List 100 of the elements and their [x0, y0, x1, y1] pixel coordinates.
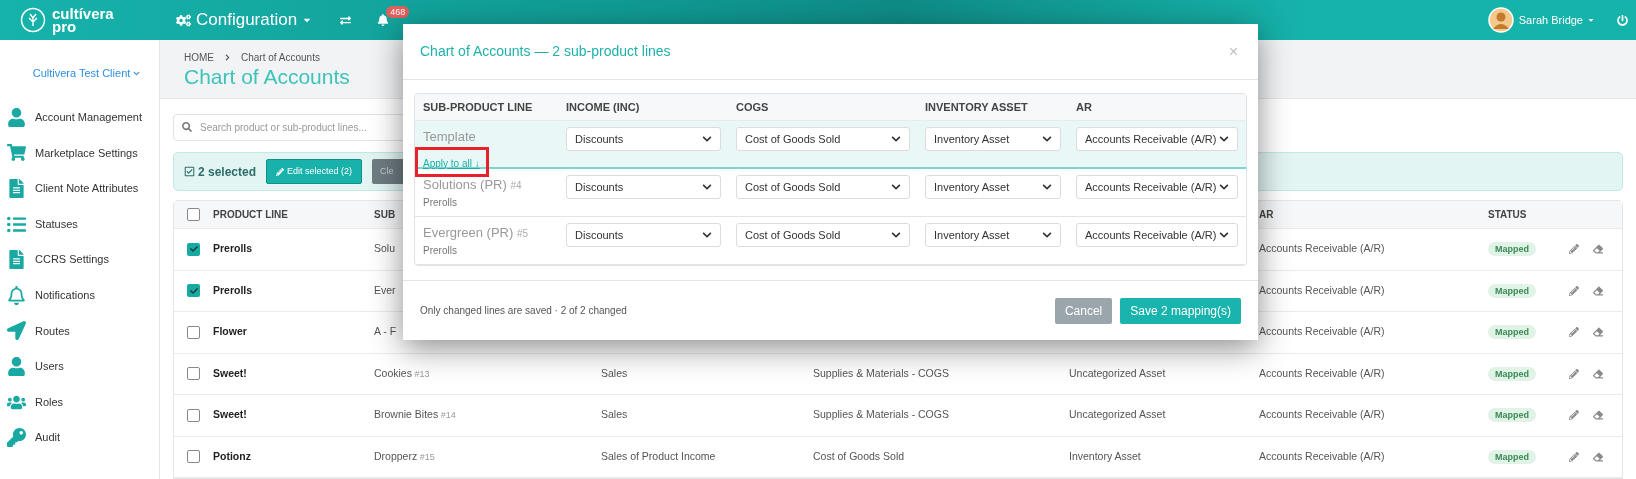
sidebar-item[interactable]: Client Note Attributes [0, 170, 159, 207]
sidebar-item[interactable]: Account Management [0, 99, 159, 136]
sidebar-item[interactable]: Marketplace Settings [0, 135, 159, 171]
dropdown[interactable]: Discounts [566, 223, 721, 247]
chevron-down-icon [1042, 230, 1052, 240]
logo-text: pro [52, 20, 77, 33]
table-cell: Potionz [213, 449, 251, 462]
checkbox[interactable] [187, 208, 200, 221]
swap-icon[interactable] [340, 14, 352, 26]
chevron-down-icon [891, 182, 901, 192]
table-cell: Sales [601, 366, 628, 379]
notification-badge: 468 [386, 6, 410, 18]
sidebar-item[interactable]: Routes [0, 313, 159, 349]
column-header: STATUS [1488, 208, 1528, 222]
chevron-down-icon [702, 134, 712, 144]
dropdown[interactable]: Cost of Goods Sold [736, 223, 910, 247]
table-cell: Flower [213, 325, 247, 338]
chevron-down-icon [891, 134, 901, 144]
column-header: SUB [374, 208, 397, 222]
sidebar-item[interactable]: Roles [0, 384, 159, 420]
sidebar-item[interactable]: Audit [0, 419, 159, 456]
table-cell: Accounts Receivable (A/R) [1259, 325, 1385, 338]
row-name: Solutions (PR) #4 [423, 176, 523, 194]
dropdown[interactable]: Inventory Asset [925, 127, 1061, 151]
user-icon [7, 107, 26, 127]
eraser-icon[interactable] [1593, 451, 1603, 462]
key-icon [7, 428, 26, 448]
modal-title: Chart of Accounts — 2 sub-product lines [420, 42, 671, 61]
column-header: INVENTORY ASSET [925, 99, 1029, 115]
column-header: COGS [736, 99, 770, 115]
chevron-right-icon [224, 54, 231, 61]
column-header: SUB-PRODUCT LINE [423, 99, 534, 115]
eraser-icon[interactable] [1593, 244, 1603, 255]
avatar-icon [1487, 7, 1514, 33]
checkbox[interactable] [187, 242, 200, 256]
table-cell: Brownie Bites #14 [374, 408, 456, 421]
column-header: PRODUCT LINE [213, 208, 289, 222]
checkbox[interactable] [187, 367, 200, 381]
eraser-icon[interactable] [1593, 327, 1603, 338]
chevron-down-icon [891, 230, 901, 240]
dropdown[interactable]: Cost of Goods Sold [736, 127, 910, 151]
table-cell: Solu [374, 242, 395, 255]
check-icon [189, 286, 198, 295]
checkbox[interactable] [187, 408, 200, 422]
user-icon [7, 356, 26, 376]
column-header: AR [1076, 99, 1093, 115]
dropdown[interactable]: Cost of Goods Sold [736, 175, 910, 199]
page-title: Chart of Accounts [184, 65, 351, 89]
breadcrumb-current: Chart of Accounts [241, 51, 320, 65]
product-line-text: Prerolls [423, 195, 458, 210]
client-selector[interactable]: Cultivera Test Client [18, 65, 141, 82]
sidebar-item[interactable]: Users [0, 348, 159, 385]
logo-text: cultívera [52, 7, 114, 20]
chevron-down-icon [702, 230, 712, 240]
eraser-icon[interactable] [1593, 368, 1603, 379]
dropdown[interactable]: Discounts [566, 127, 721, 151]
eraser-icon[interactable] [1593, 410, 1603, 421]
logo-icon [20, 7, 46, 33]
table-cell: Dropperz #15 [374, 449, 435, 462]
table-cell: Accounts Receivable (A/R) [1259, 283, 1385, 296]
pencil-icon[interactable] [1569, 327, 1579, 338]
bell-icon[interactable] [377, 14, 390, 26]
dropdown[interactable]: Accounts Receivable (A/R) [1076, 223, 1238, 247]
chevron-down-icon [1219, 182, 1229, 192]
table-cell: Prerolls [213, 242, 253, 255]
breadcrumb-link[interactable]: HOME [184, 50, 214, 65]
pencil-icon[interactable] [1569, 285, 1579, 296]
sidebar-item[interactable]: CCRS Settings [0, 241, 159, 278]
pencil-icon[interactable] [1569, 410, 1579, 421]
caret-icon [1587, 16, 1595, 24]
checkbox[interactable] [187, 450, 200, 464]
eraser-icon[interactable] [1593, 285, 1603, 296]
chevron-down-icon [1042, 134, 1052, 144]
sidebar-item[interactable]: Notifications [0, 277, 159, 314]
sidebar-item[interactable]: Statuses [0, 206, 159, 242]
status-badge: Mapped [1488, 366, 1536, 381]
pencil-icon[interactable] [1569, 368, 1579, 379]
power-icon[interactable] [1617, 14, 1628, 26]
dropdown[interactable]: Accounts Receivable (A/R) [1076, 127, 1238, 151]
row-name: Evergreen (PR) #5 [423, 224, 530, 242]
table-cell: Uncategorized Asset [1069, 408, 1166, 421]
checkbox[interactable] [187, 284, 200, 298]
document-icon [7, 250, 26, 270]
table-cell: Accounts Receivable (A/R) [1259, 366, 1385, 379]
table-cell: Accounts Receivable (A/R) [1259, 242, 1385, 255]
column-header: AR [1259, 208, 1275, 222]
document-icon [7, 179, 26, 198]
product-line-text: Prerolls [423, 243, 458, 258]
pencil-icon[interactable] [1569, 244, 1579, 255]
dropdown[interactable]: Inventory Asset [925, 175, 1061, 199]
check-icon [189, 245, 198, 254]
chevron-down-icon [1219, 230, 1229, 240]
status-badge: Mapped [1488, 325, 1536, 340]
dropdown[interactable]: Inventory Asset [925, 223, 1061, 247]
dropdown[interactable]: Accounts Receivable (A/R) [1076, 175, 1238, 199]
status-badge: Mapped [1488, 242, 1536, 257]
chevron-down-icon [702, 182, 712, 192]
pencil-icon[interactable] [1569, 451, 1579, 462]
checkbox[interactable] [187, 325, 200, 339]
dropdown[interactable]: Discounts [566, 175, 721, 199]
